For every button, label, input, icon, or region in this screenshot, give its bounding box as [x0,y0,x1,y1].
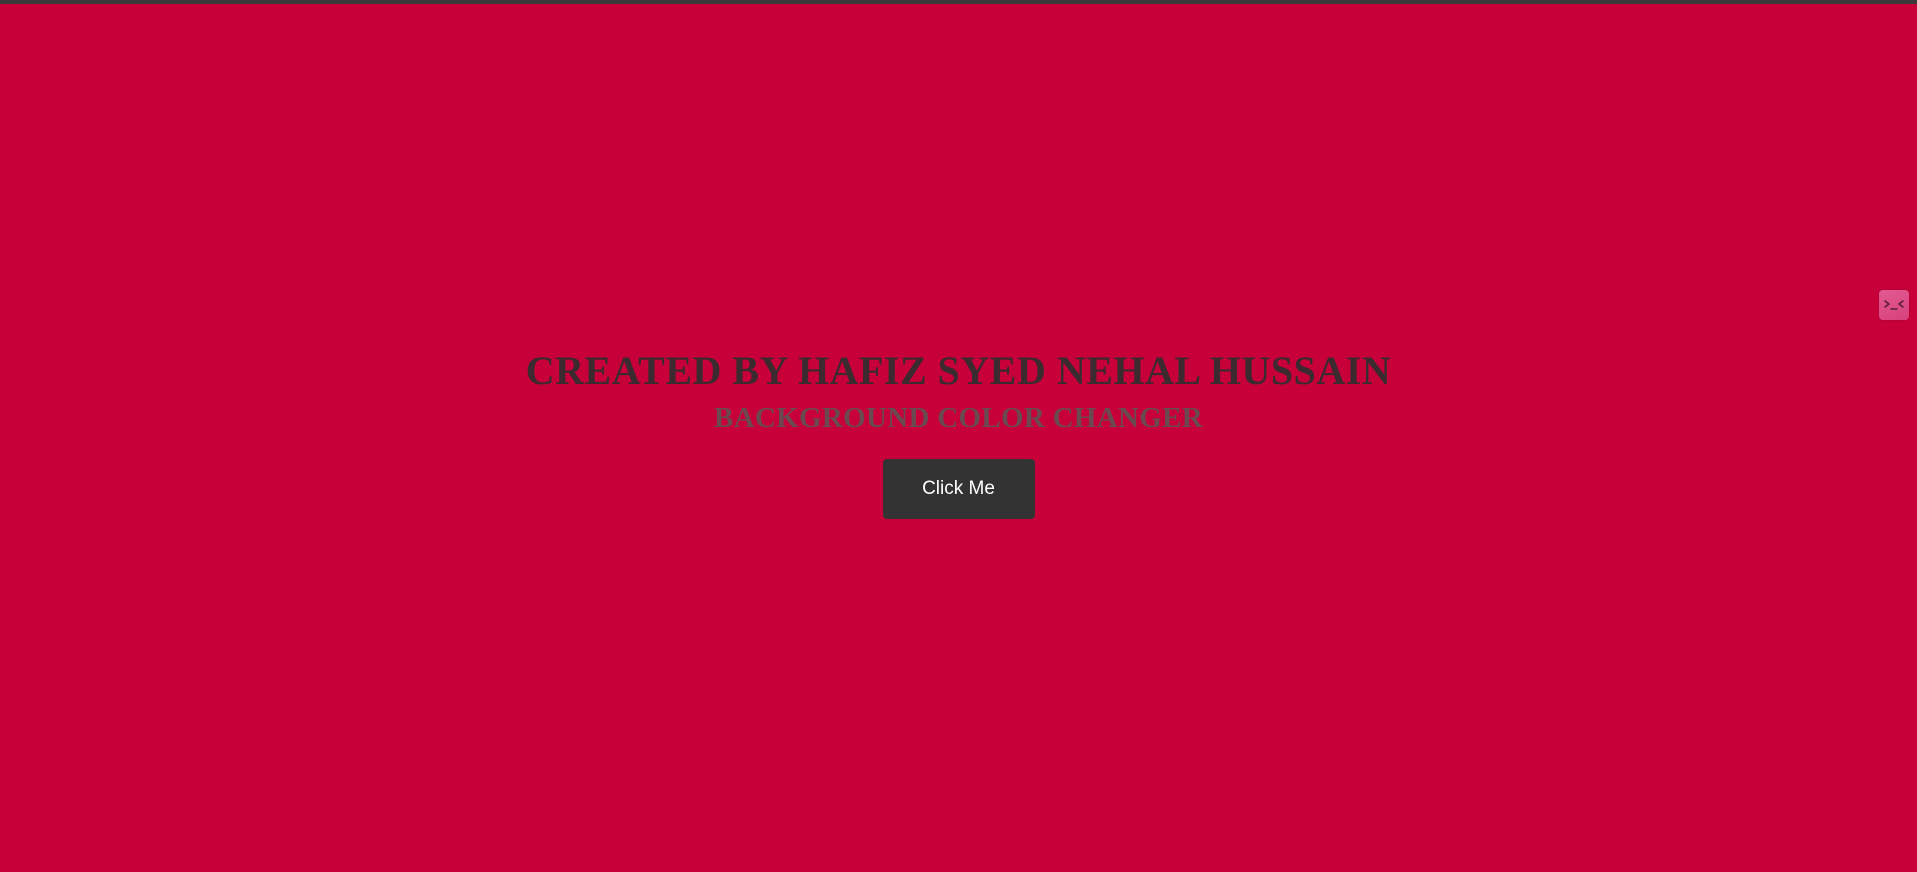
extension-widget[interactable] [1879,290,1909,320]
change-color-button[interactable]: Click Me [882,459,1035,519]
page-title: CREATED BY HAFIZ SYED NEHAL HUSSAIN [525,348,1392,393]
face-icon [1884,300,1904,310]
top-border [0,0,1917,4]
page-subtitle: BACKGROUND COLOR CHANGER [714,402,1203,434]
main-content: CREATED BY HAFIZ SYED NEHAL HUSSAIN BACK… [0,345,1917,519]
